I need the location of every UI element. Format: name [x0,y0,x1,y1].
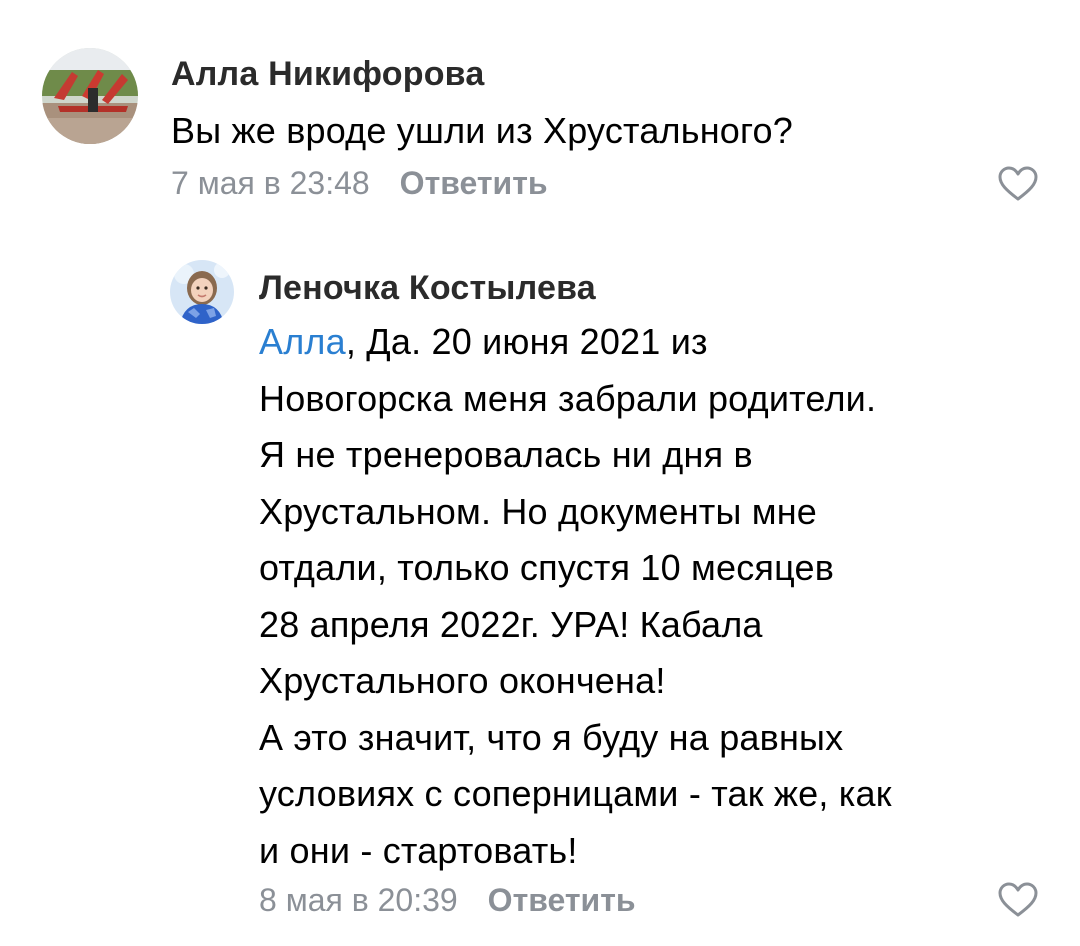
comment-text-line: 28 апреля 2022г. УРА! Кабала [259,603,763,645]
comment-meta: 7 мая в 23:48 Ответить [171,165,548,202]
mention-link[interactable]: Алла [259,321,346,362]
comment-1: Алла Никифорова Вы же вроде ушли из Хрус… [0,0,1080,220]
like-button[interactable] [998,882,1038,918]
comment-text-line: Хрустального окончена! [259,660,666,701]
avatar-photo [170,260,234,324]
comment-text-line: Новогорска меня забрали родители. [259,377,877,419]
comment-text-line: условиях с соперницами - так же, как [259,773,892,814]
comment-text-line: Вы же вроде ушли из Хрустального? [171,110,793,151]
reply-button[interactable]: Ответить [488,882,636,918]
avatar[interactable] [42,48,138,144]
comment-text: Алла, Да. 20 июня 2021 из Новогорска мен… [259,314,892,879]
heart-outline-icon [998,882,1038,917]
comment-text-line: А это значит, что я буду на равных [259,716,844,758]
comment-timestamp[interactable]: 8 мая в 20:39 [259,882,458,918]
comment-author[interactable]: Леночка Костылева [259,269,596,308]
reply-button[interactable]: Ответить [400,165,548,201]
comment-text-line: и они - стартовать! [259,829,578,871]
comment-meta: 8 мая в 20:39 Ответить [259,882,636,919]
heart-outline-icon [998,166,1038,201]
comment-text: Вы же вроде ушли из Хрустального? [171,103,793,160]
comment-author[interactable]: Алла Никифорова [171,55,484,94]
comment-timestamp[interactable]: 7 мая в 23:48 [171,165,370,201]
comment-2: Леночка Костылева Алла, Да. 20 июня 2021… [0,230,1080,946]
like-button[interactable] [998,166,1038,202]
avatar-photo [42,48,138,144]
avatar[interactable] [170,260,234,324]
comment-text-line: Хрустальном. Но документы мне [259,490,818,532]
comment-text-line: отдали, только спустя 10 месяцев [259,547,835,588]
comment-text-line: Я не тренеровалась ни дня в [259,434,753,475]
comment-text-fragment: , Да. 20 июня 2021 из [345,321,708,362]
comment-text-line: Алла, Да. 20 июня 2021 из [259,314,892,371]
